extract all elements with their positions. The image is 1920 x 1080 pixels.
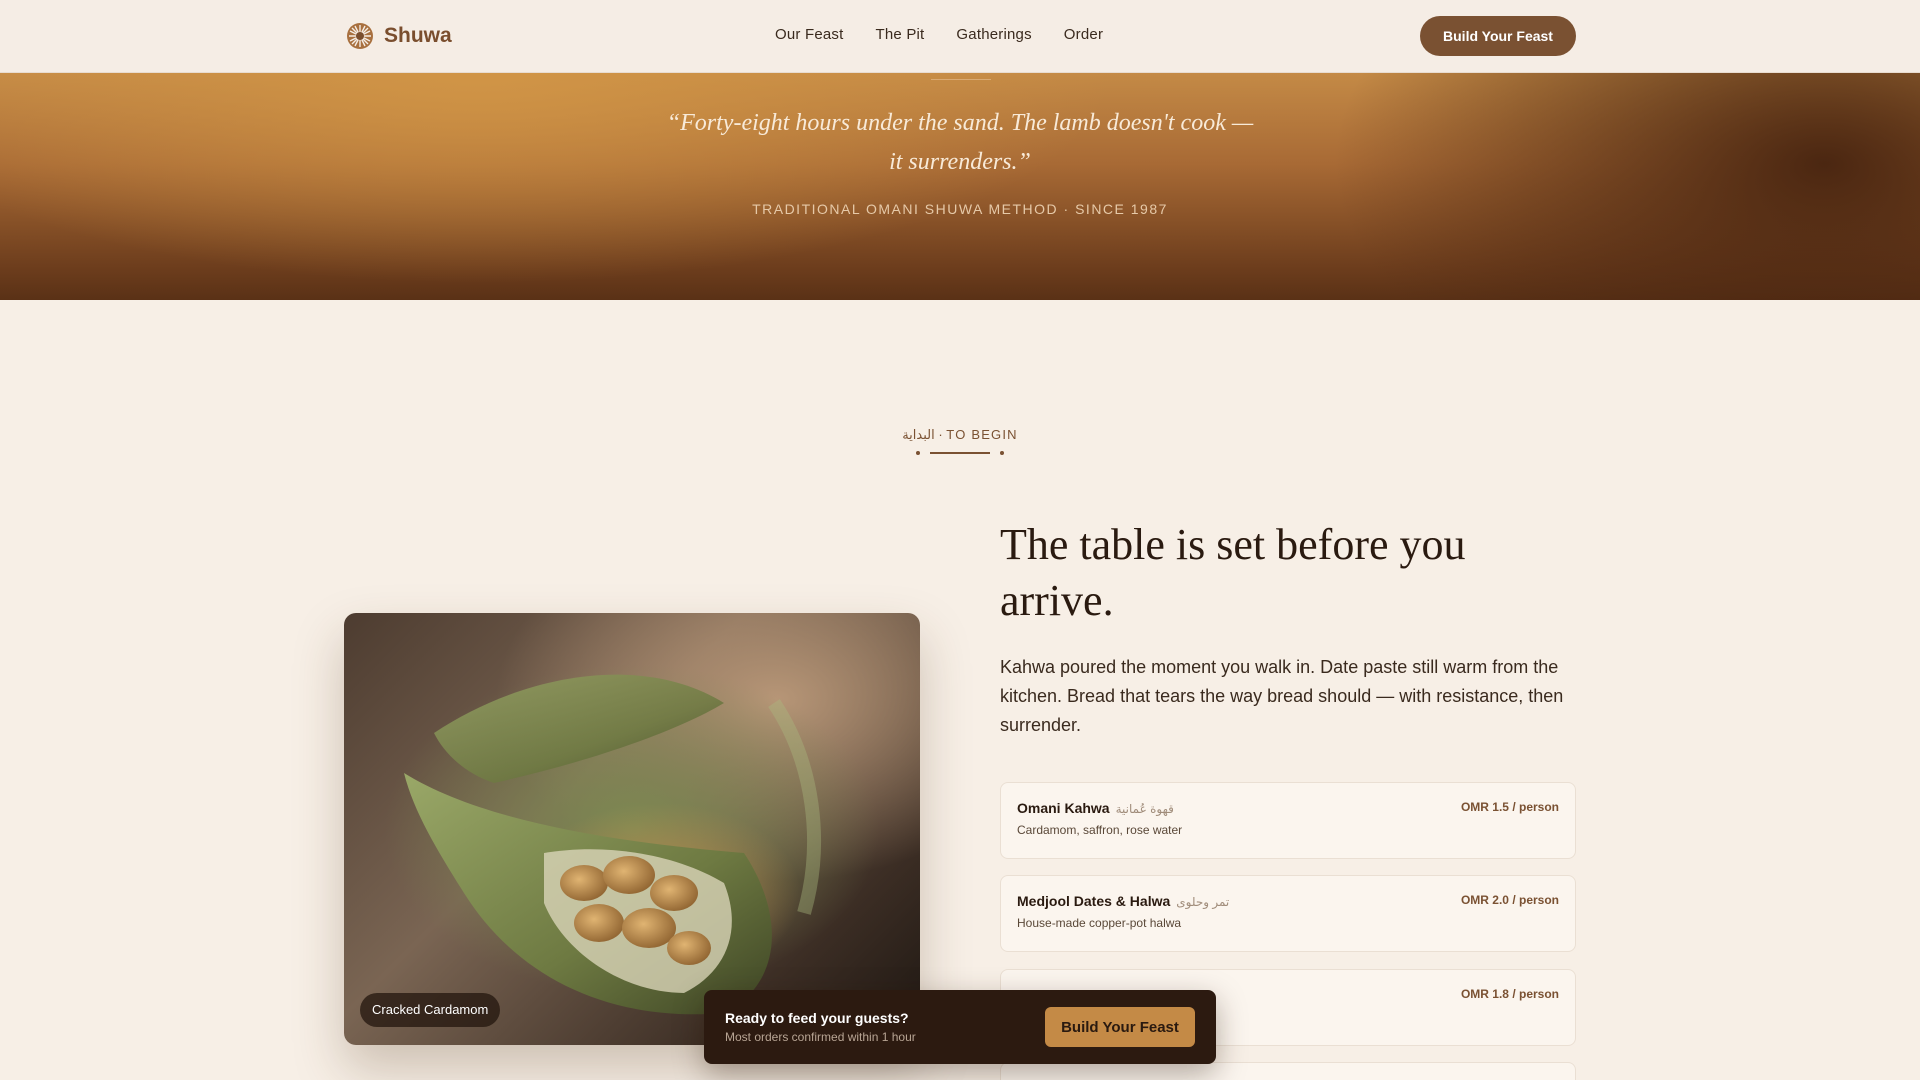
sticky-bar-title: Ready to feed your guests? (725, 1010, 909, 1026)
menu-item-name: Omani Kahwa (1017, 800, 1110, 816)
nav-link-the-pit[interactable]: The Pit (876, 26, 925, 43)
section-eyebrow: البداية · TO BEGIN (902, 427, 1018, 442)
brand[interactable]: Shuwa (346, 20, 452, 52)
menu-item-arabic: قهوة عُمانية (1115, 802, 1174, 816)
menu-item-name: Medjool Dates & Halwa (1017, 893, 1171, 909)
hero-divider (931, 79, 991, 80)
build-your-feast-button[interactable]: Build Your Feast (1420, 16, 1576, 56)
photo-caption: Cracked Cardamom (360, 993, 501, 1027)
sticky-order-bar: Ready to feed your guests? Most orders c… (704, 990, 1216, 1064)
section-title: The table is set before you arrive. (1000, 520, 1466, 625)
sunburst-logo-icon (347, 23, 373, 49)
ornament-line (930, 452, 990, 454)
menu-item-price: OMR 1.5 / person (1460, 800, 1559, 814)
menu-item[interactable]: Medjool Dates & Halwa تمر وحلوى House-mad… (1000, 875, 1576, 952)
ornament-dot (916, 451, 920, 455)
menu-item-description: House-made copper-pot halwa (1017, 916, 1182, 930)
menu-item[interactable]: Omani Kahwa قهوة عُمانية Cardamom, saffro… (1000, 782, 1576, 859)
hero-subtitle: TRADITIONAL OMANI SHUWA METHOD · SINCE 1… (752, 201, 1168, 217)
hero-quote: “Forty-eight hours under the sand. The l… (666, 110, 1254, 175)
nav-links: Our Feast The Pit Gatherings Order (775, 26, 1103, 43)
menu-item-price: OMR 2.0 / person (1460, 893, 1559, 907)
top-nav: Shuwa Our Feast The Pit Gatherings Order… (0, 0, 1920, 73)
menu-item[interactable] (1000, 1062, 1576, 1080)
cardamom-illustration (404, 674, 821, 1015)
menu-item-description: Cardamom, saffron, rose water (1017, 823, 1183, 837)
sticky-bar-subtitle: Most orders confirmed within 1 hour (725, 1030, 916, 1044)
menu-item-arabic: تمر وحلوى (1176, 895, 1230, 909)
eyebrow-ornament (915, 449, 1005, 457)
hero-banner: “Forty-eight hours under the sand. The l… (0, 73, 1920, 300)
section-body: Kahwa poured the moment you walk in. Dat… (1000, 657, 1564, 735)
nav-link-order[interactable]: Order (1064, 26, 1103, 43)
cardamom-photo: Cracked Cardamom (344, 613, 920, 1045)
menu-item-price: OMR 1.8 / person (1460, 987, 1559, 1001)
ornament-dot (1000, 451, 1004, 455)
nav-link-gatherings[interactable]: Gatherings (956, 26, 1031, 43)
nav-link-our-feast[interactable]: Our Feast (775, 26, 844, 43)
sticky-build-your-feast-button[interactable]: Build Your Feast (1045, 1007, 1195, 1047)
brand-name: Shuwa (384, 24, 452, 47)
